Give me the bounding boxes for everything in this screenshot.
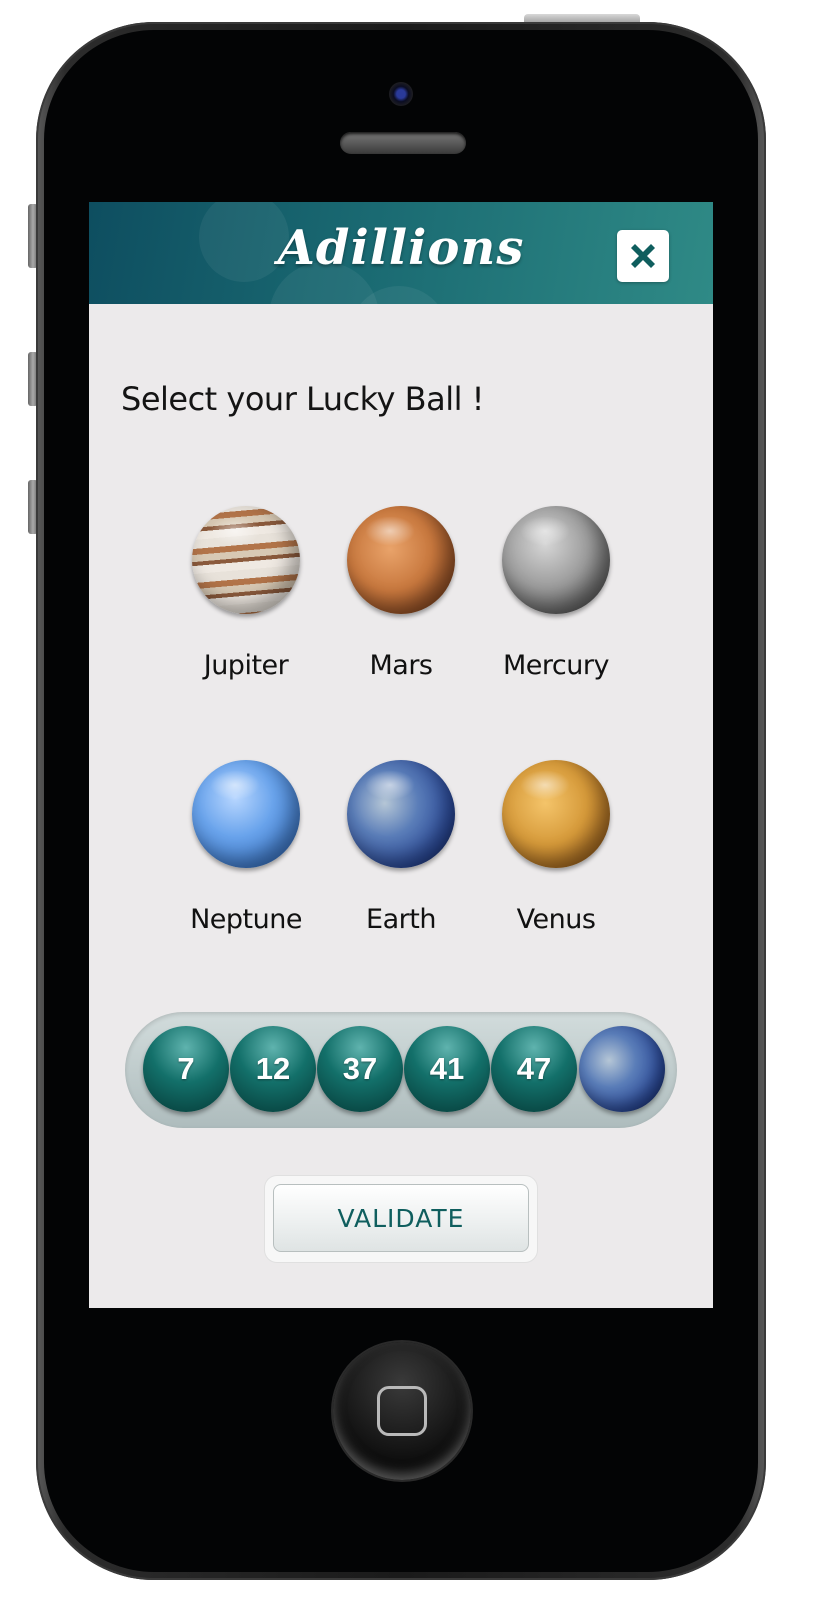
lucky-ball-earth-icon[interactable] xyxy=(579,1026,665,1112)
planet-option-venus[interactable]: Venus xyxy=(481,760,631,935)
home-button[interactable] xyxy=(333,1342,471,1480)
number-ball[interactable]: 47 xyxy=(491,1026,577,1112)
planet-option-mercury[interactable]: Mercury xyxy=(481,506,631,681)
number-ball[interactable]: 7 xyxy=(143,1026,229,1112)
earpiece-speaker xyxy=(340,132,466,154)
number-ball[interactable]: 12 xyxy=(230,1026,316,1112)
planet-option-neptune[interactable]: Neptune xyxy=(171,760,321,935)
validate-button[interactable]: VALIDATE xyxy=(273,1184,529,1252)
close-icon xyxy=(631,244,655,268)
number-ball[interactable]: 37 xyxy=(317,1026,403,1112)
jupiter-planet-icon xyxy=(192,506,300,614)
planet-label: Jupiter xyxy=(203,650,289,681)
mercury-planet-icon xyxy=(502,506,610,614)
close-button[interactable] xyxy=(617,230,669,282)
planet-label: Mars xyxy=(369,650,433,681)
earth-planet-icon xyxy=(347,760,455,868)
planet-label: Venus xyxy=(516,904,596,935)
planet-option-earth[interactable]: Earth xyxy=(326,760,476,935)
planet-label: Mercury xyxy=(503,650,609,681)
validate-button-frame: VALIDATE xyxy=(265,1176,537,1262)
venus-planet-icon xyxy=(502,760,610,868)
planet-label: Neptune xyxy=(190,904,302,935)
front-camera-icon xyxy=(389,82,413,106)
number-ball[interactable]: 41 xyxy=(404,1026,490,1112)
app-screen: Adillions Select your Lucky Ball ! Jupit… xyxy=(89,202,713,1308)
planet-option-mars[interactable]: Mars xyxy=(326,506,476,681)
planet-option-jupiter[interactable]: Jupiter xyxy=(171,506,321,681)
page-title: Select your Lucky Ball ! xyxy=(121,380,485,418)
home-square-icon xyxy=(377,1386,427,1436)
neptune-planet-icon xyxy=(192,760,300,868)
selected-numbers-tray: 7 12 37 41 47 xyxy=(125,1012,677,1128)
mars-planet-icon xyxy=(347,506,455,614)
planet-label: Earth xyxy=(366,904,436,935)
app-header: Adillions xyxy=(89,202,713,304)
